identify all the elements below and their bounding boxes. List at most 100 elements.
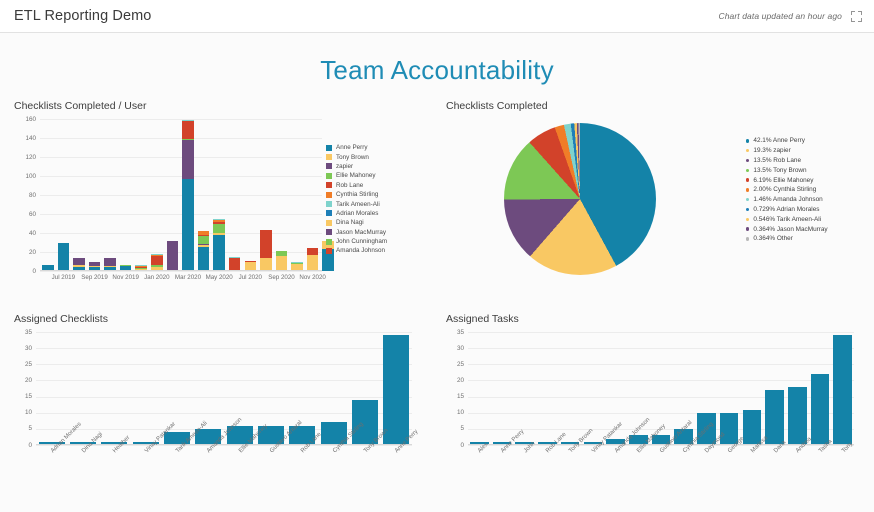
gridline	[40, 271, 322, 272]
pie-legend-item[interactable]: 13.5% Rob Lane	[746, 156, 828, 166]
stacked-bar-segment[interactable]	[151, 256, 163, 266]
legend-item[interactable]: Ellie Mahoney	[326, 171, 418, 180]
legend-color-swatch	[326, 173, 332, 179]
panel-title-checklists-per-user: Checklists Completed / User	[14, 100, 418, 112]
x-tick-label: Jul 2019	[52, 274, 75, 281]
y-tick-label: 140	[16, 135, 36, 142]
bar[interactable]	[383, 335, 409, 445]
legend-item[interactable]: zapier	[326, 162, 418, 171]
stacked-bar[interactable]	[198, 231, 210, 271]
x-tick-label: Jan 2020	[144, 274, 169, 281]
stacked-bar-segment[interactable]	[307, 255, 319, 270]
stacked-bar-segment[interactable]	[182, 179, 194, 271]
gridline	[40, 157, 322, 158]
pie-legend-label: 13.5% Tony Brown	[753, 167, 806, 174]
fullscreen-expand-icon[interactable]	[851, 11, 862, 22]
stacked-bar[interactable]	[104, 258, 116, 271]
y-tick-label: 120	[16, 154, 36, 161]
x-tick-label: Mar 2020	[175, 274, 201, 281]
pie-legend-item[interactable]: 0.729% Adrian Morales	[746, 205, 828, 215]
y-tick-label: 60	[16, 211, 36, 218]
legend-item[interactable]: Rob Lane	[326, 181, 418, 190]
stacked-bar[interactable]	[229, 257, 241, 271]
stacked-bar[interactable]	[276, 251, 288, 271]
stacked-bar[interactable]	[73, 258, 85, 271]
pie-legend-dot	[746, 178, 749, 181]
stacked-bar-segment[interactable]	[260, 230, 272, 258]
stacked-bar[interactable]	[58, 243, 70, 272]
legend-item[interactable]: Cynthia Stirling	[326, 190, 418, 199]
pie-legend-label: 0.364% Jason MacMurray	[753, 226, 827, 233]
pie-legend-item[interactable]: 2.00% Cynthia Stirling	[746, 185, 828, 195]
x-tick-label: Nov 2020	[299, 274, 326, 281]
stacked-bar-segment[interactable]	[58, 243, 70, 272]
stacked-bar-segment[interactable]	[229, 258, 241, 270]
pie-legend-item[interactable]: 13.5% Tony Brown	[746, 165, 828, 175]
data-updated-status: Chart data updated an hour ago	[718, 11, 842, 21]
legend-color-swatch	[326, 163, 332, 169]
pie-legend-item[interactable]: 0.546% Tarik Ameen-Ali	[746, 214, 828, 224]
legend-item[interactable]: Dina Nagi	[326, 218, 418, 227]
stacked-bar-segment[interactable]	[260, 258, 272, 271]
stacked-bar[interactable]	[307, 248, 319, 271]
stacked-bar-segment[interactable]	[276, 256, 288, 271]
legend-item-label: Rob Lane	[336, 182, 363, 189]
stacked-bar[interactable]	[182, 120, 194, 271]
panel-assigned-checklists: Assigned Checklists 05101520253035 Adria…	[0, 313, 432, 512]
legend-item-label: Dina Nagi	[336, 219, 364, 226]
stacked-bar-segment[interactable]	[213, 235, 225, 271]
legend-item[interactable]: Amanda Johnson	[326, 246, 418, 255]
y-tick-label: 160	[16, 116, 36, 123]
y-tick-label: 100	[16, 173, 36, 180]
stacked-chart-legend: Anne Perry Tony BrownzapierEllie Mahoney R…	[326, 143, 418, 256]
legend-item-label: Adrian Morales	[336, 210, 378, 217]
stacked-bar[interactable]	[213, 219, 225, 271]
pie-legend-item[interactable]: 6.19% Ellie Mahoney	[746, 175, 828, 185]
legend-color-swatch	[326, 182, 332, 188]
bar[interactable]	[765, 390, 784, 445]
y-tick-label: 35	[444, 329, 464, 336]
legend-item[interactable]: Tony Brown	[326, 152, 418, 161]
legend-item-label: Ellie Mahoney	[336, 172, 376, 179]
pie-legend-item[interactable]: 1.46% Amanda Johnson	[746, 195, 828, 205]
pie-legend-dot	[746, 149, 749, 152]
panel-checklists-completed-per-user: Checklists Completed / User 020406080100…	[0, 100, 432, 313]
y-tick-label: 15	[12, 393, 32, 400]
bar[interactable]	[811, 374, 830, 445]
stacked-bar-segment[interactable]	[198, 236, 210, 245]
stacked-bar-segment[interactable]	[182, 140, 194, 179]
stacked-bar[interactable]	[151, 254, 163, 271]
legend-item[interactable]: Adrian Morales	[326, 209, 418, 218]
stacked-bar-segment[interactable]	[104, 258, 116, 267]
pie-legend-item[interactable]: 19.3% zapier	[746, 146, 828, 156]
stacked-bar[interactable]	[260, 230, 272, 271]
pie-legend-item[interactable]: 42.1% Anne Perry	[746, 136, 828, 146]
stacked-bar-segment[interactable]	[245, 262, 257, 271]
legend-item[interactable]: Anne Perry	[326, 143, 418, 152]
bar[interactable]	[833, 335, 852, 445]
x-tick-label: Nov 2019	[112, 274, 139, 281]
y-tick-label: 35	[12, 329, 32, 336]
y-tick-label: 40	[16, 230, 36, 237]
y-tick-label: 30	[12, 345, 32, 352]
stacked-bar-segment[interactable]	[73, 258, 85, 266]
stacked-bar-segment[interactable]	[198, 247, 210, 271]
legend-item-label: Tony Brown	[336, 154, 369, 161]
legend-item[interactable]: John Cunningham	[326, 237, 418, 246]
legend-item[interactable]: Tarik Ameen-Ali	[326, 199, 418, 208]
stacked-bar[interactable]	[167, 241, 179, 271]
stacked-bar-segment[interactable]	[182, 121, 194, 139]
y-tick-label: 25	[12, 361, 32, 368]
stacked-x-axis-labels: Jul 2019Sep 2019Nov 2019Jan 2020Mar 2020…	[40, 274, 322, 286]
stacked-bar-segment[interactable]	[307, 248, 319, 255]
page-title: Team Accountability	[0, 33, 874, 100]
stacked-bar-segment[interactable]	[213, 224, 225, 233]
pie-legend-item[interactable]: 0.364% Other	[746, 234, 828, 244]
pie-legend-label: 0.729% Adrian Morales	[753, 206, 819, 213]
pie-legend-item[interactable]: 0.364% Jason MacMurray	[746, 224, 828, 234]
legend-item[interactable]: Jason MacMurray	[326, 228, 418, 237]
bar[interactable]	[788, 387, 807, 445]
gridline	[40, 176, 322, 177]
x-tick-label: Jul 2020	[239, 274, 262, 281]
stacked-bar-segment[interactable]	[167, 241, 179, 270]
